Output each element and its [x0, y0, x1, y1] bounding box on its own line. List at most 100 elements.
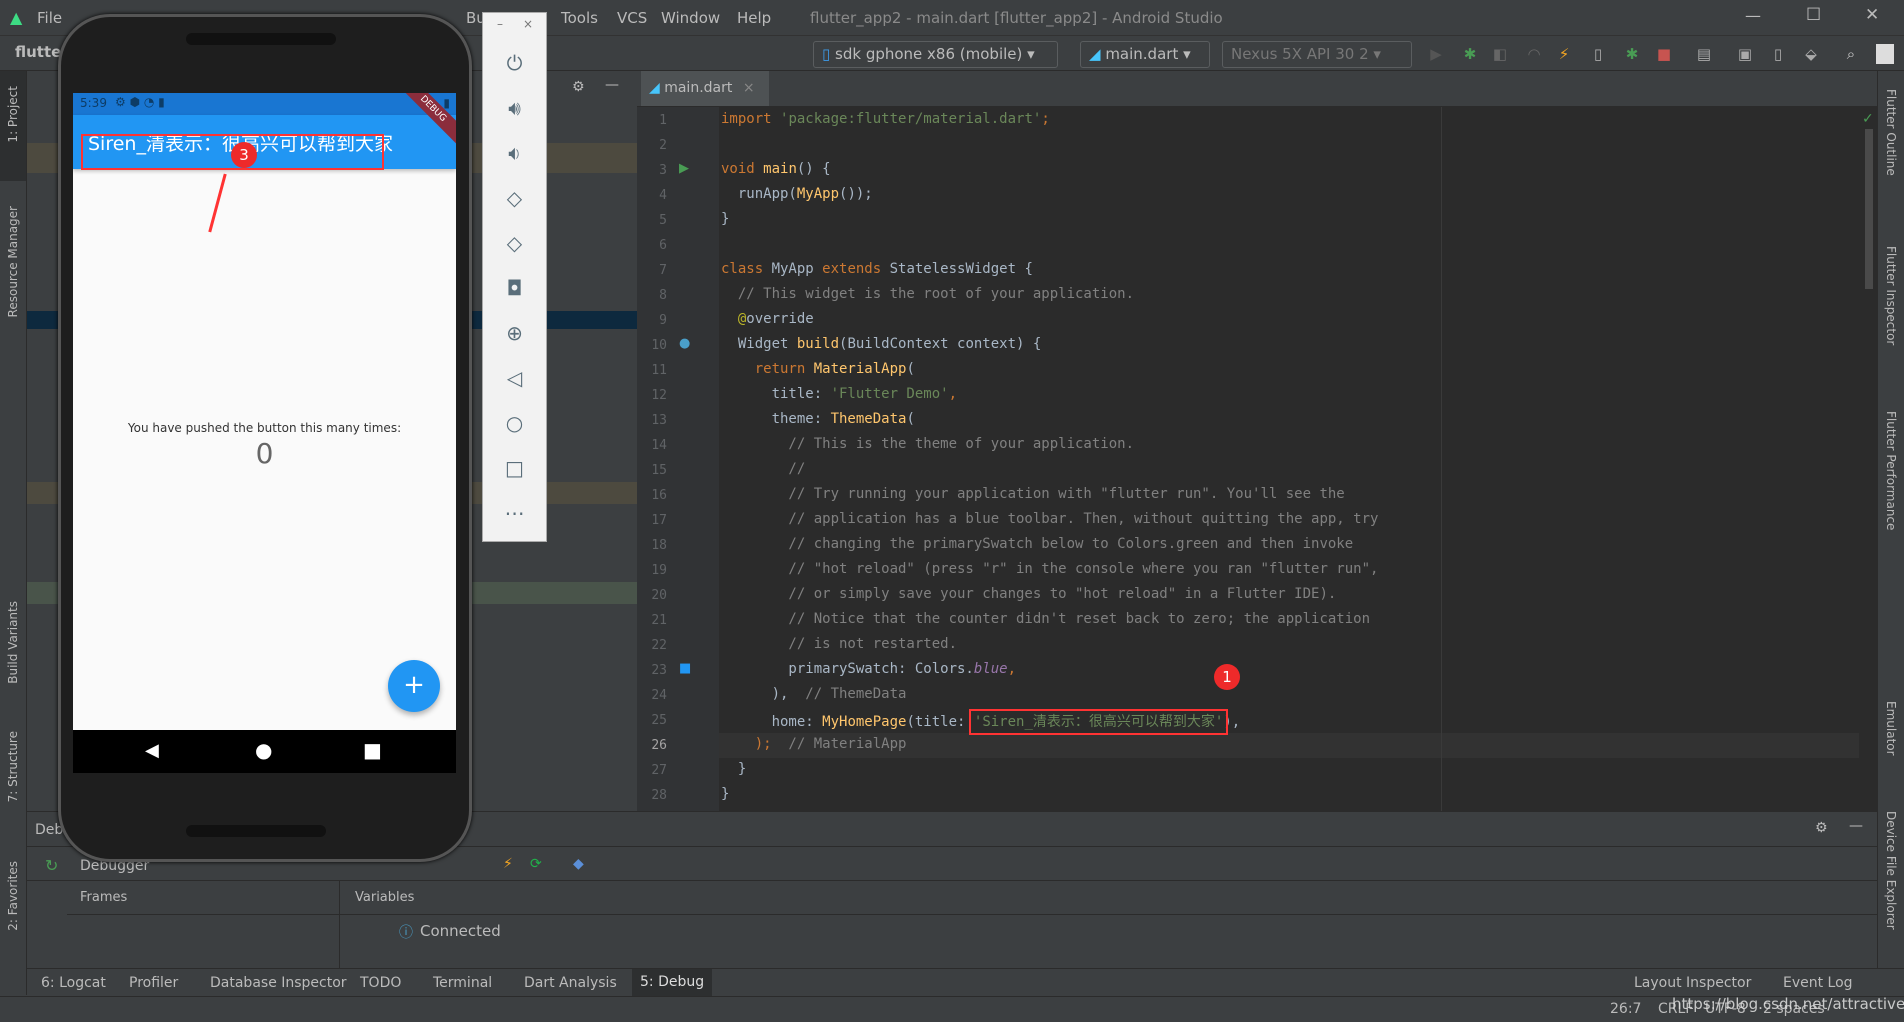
code-line[interactable]: // — [721, 461, 805, 477]
device-selector[interactable]: ▯ sdk gphone x86 (mobile) ▾ — [813, 41, 1058, 68]
tool-tab-structure[interactable]: 7: Structure — [6, 731, 20, 802]
code-line[interactable]: class MyApp extends StatelessWidget { — [721, 261, 1033, 277]
stop-icon[interactable]: ■ — [1656, 46, 1672, 62]
code-line[interactable]: primarySwatch: Colors.blue, — [721, 661, 1016, 677]
minimize-button[interactable]: — — [1745, 6, 1761, 25]
code-line[interactable]: ), // ThemeData — [721, 686, 907, 702]
code-line[interactable]: theme: ThemeData( — [721, 411, 915, 427]
code-line[interactable]: import 'package:flutter/material.dart'; — [721, 111, 1050, 127]
increment-fab[interactable]: + — [388, 660, 440, 712]
tool-tab-emulator[interactable]: Emulator — [1884, 701, 1898, 756]
code-line[interactable]: } — [721, 211, 729, 227]
code-line[interactable]: // "hot reload" (press "r" in the consol… — [721, 561, 1378, 577]
search-icon[interactable]: ⌕ — [1843, 46, 1859, 62]
tool-tab-flutter-outline[interactable]: Flutter Outline — [1884, 89, 1898, 176]
tool-tab-build-variants[interactable]: Build Variants — [6, 601, 20, 684]
code-line[interactable]: // is not restarted. — [721, 636, 957, 652]
code-line[interactable]: // changing the primarySwatch below to C… — [721, 536, 1353, 552]
debug-settings-icon[interactable]: ⚙ — [1815, 820, 1828, 836]
maximize-button[interactable]: ☐ — [1806, 5, 1821, 25]
menu-tools[interactable]: Tools — [561, 9, 598, 27]
avd-manager-icon[interactable]: ▯ — [1770, 46, 1786, 62]
menu-help[interactable]: Help — [737, 9, 771, 27]
code-line[interactable]: runApp(MyApp()); — [721, 186, 873, 202]
bottom-tab[interactable]: Dart Analysis — [524, 975, 617, 991]
project-name[interactable]: flutte — [15, 43, 61, 61]
close-tab-icon[interactable]: × — [743, 80, 755, 96]
avatar[interactable] — [1876, 44, 1894, 64]
code-line[interactable]: home: MyHomePage(title: 'Siren_清表示：很高兴可以… — [721, 709, 1240, 735]
tool-tab-favorites[interactable]: 2: Favorites — [6, 861, 20, 931]
avd-selector[interactable]: Nexus 5X API 30 2 ▾ — [1222, 41, 1412, 68]
tool-tab-device-file-explorer[interactable]: Device File Explorer — [1884, 811, 1898, 930]
emulator-minimize-icon[interactable]: – — [497, 17, 503, 31]
code-line[interactable]: // application has a blue toolbar. Then,… — [721, 511, 1378, 527]
hide-panel-icon[interactable]: — — [605, 77, 619, 93]
bottom-right-tab[interactable]: Event Log — [1783, 975, 1853, 991]
tool-tab-project[interactable]: 1: Project — [6, 86, 20, 143]
code-line[interactable]: } — [721, 786, 729, 802]
run-config-selector[interactable]: ◢ main.dart ▾ — [1080, 41, 1210, 68]
hot-reload-icon[interactable]: ⚡ — [503, 856, 513, 872]
tab-main-dart[interactable]: ◢ main.dart × — [641, 71, 769, 106]
rotate-left-icon[interactable]: ◇ — [483, 186, 546, 210]
attach-icon[interactable]: ◧ — [1492, 46, 1508, 62]
hot-reload-icon[interactable]: ⚡ — [1556, 46, 1572, 62]
tool-tab-flutter-performance[interactable]: Flutter Performance — [1884, 411, 1898, 530]
run-gutter-icon[interactable]: ▶ — [679, 161, 689, 176]
attach-debugger-icon[interactable]: ✱ — [1624, 46, 1640, 62]
nav-back-icon[interactable]: ◀ — [145, 740, 159, 761]
menu-window[interactable]: Window — [661, 9, 720, 27]
phone-screen[interactable]: 5:39 ⚙ ⬢ ◔ ▮ ▮ Siren_清表示：很高兴可以帮到大家 DEBUG… — [73, 93, 456, 773]
menu-file[interactable]: File — [37, 9, 62, 27]
code-line[interactable]: // Notice that the counter didn't reset … — [721, 611, 1370, 627]
code-line[interactable]: @override — [721, 311, 814, 327]
tool-tab-resource-manager[interactable]: Resource Manager — [6, 206, 20, 317]
zoom-icon[interactable]: ⊕ — [483, 321, 546, 345]
dart-devtools-icon[interactable]: ◆ — [573, 856, 584, 872]
power-icon[interactable]: ⏻ — [483, 51, 546, 75]
sync-icon[interactable]: ⬙ — [1803, 46, 1819, 62]
rerun-icon[interactable]: ↻ — [45, 856, 58, 875]
color-swatch-icon[interactable]: ■ — [679, 661, 691, 676]
nav-home-icon[interactable]: ● — [255, 738, 272, 762]
bottom-tab[interactable]: Profiler — [129, 975, 178, 991]
rotate-right-icon[interactable]: ◇ — [483, 231, 546, 255]
code-line[interactable]: // or simply save your changes to "hot r… — [721, 586, 1336, 602]
overview-icon[interactable]: □ — [483, 456, 546, 480]
bottom-tab[interactable]: Terminal — [433, 975, 492, 991]
debug-hide-icon[interactable]: — — [1849, 818, 1863, 834]
bottom-tab[interactable]: Database Inspector — [210, 975, 347, 991]
home-icon[interactable]: ○ — [483, 411, 546, 435]
sdk-manager-icon[interactable]: ▣ — [1737, 46, 1753, 62]
more-icon[interactable]: ⋯ — [483, 501, 546, 525]
apply-changes-icon[interactable]: ▯ — [1590, 46, 1606, 62]
code-line[interactable]: // Try running your application with "fl… — [721, 486, 1344, 502]
bottom-right-tab[interactable]: Layout Inspector — [1634, 975, 1751, 991]
cursor-position[interactable]: 26:7 — [1610, 1001, 1641, 1017]
debug-bug-icon[interactable]: ✱ — [1462, 46, 1478, 62]
code-line[interactable]: // This widget is the root of your appli… — [721, 286, 1134, 302]
project-structure-icon[interactable]: ▤ — [1696, 46, 1712, 62]
editor-scrollbar[interactable] — [1865, 129, 1873, 289]
hot-restart-icon[interactable]: ⟳ — [530, 856, 542, 872]
menu-vcs[interactable]: VCS — [617, 9, 647, 27]
nav-recents-icon[interactable]: ■ — [363, 738, 382, 762]
code-line[interactable]: // This is the theme of your application… — [721, 436, 1134, 452]
screenshot-camera-icon[interactable]: ◘ — [483, 276, 546, 300]
code-line[interactable]: return MaterialApp( — [721, 361, 915, 377]
code-line[interactable]: title: 'Flutter Demo', — [721, 386, 957, 402]
back-icon[interactable]: ◁ — [483, 366, 546, 390]
profiler-icon[interactable]: ◠ — [1526, 46, 1542, 62]
bottom-tab[interactable]: 5: Debug — [632, 969, 713, 996]
close-button[interactable]: ✕ — [1865, 5, 1879, 25]
override-gutter-icon[interactable]: ● — [679, 336, 690, 351]
emulator-close-icon[interactable]: × — [523, 17, 533, 31]
volume-down-icon[interactable]: 🔉︎ — [483, 141, 546, 165]
code-line[interactable]: } — [721, 761, 746, 777]
bottom-tab[interactable]: TODO — [360, 975, 401, 991]
code-editor[interactable]: ✓ import 'package:flutter/material.dart'… — [719, 107, 1877, 811]
code-line[interactable]: void main() { — [721, 161, 831, 177]
settings-gear-icon[interactable]: ⚙ — [572, 79, 585, 95]
run-icon[interactable]: ▶ — [1428, 46, 1444, 62]
